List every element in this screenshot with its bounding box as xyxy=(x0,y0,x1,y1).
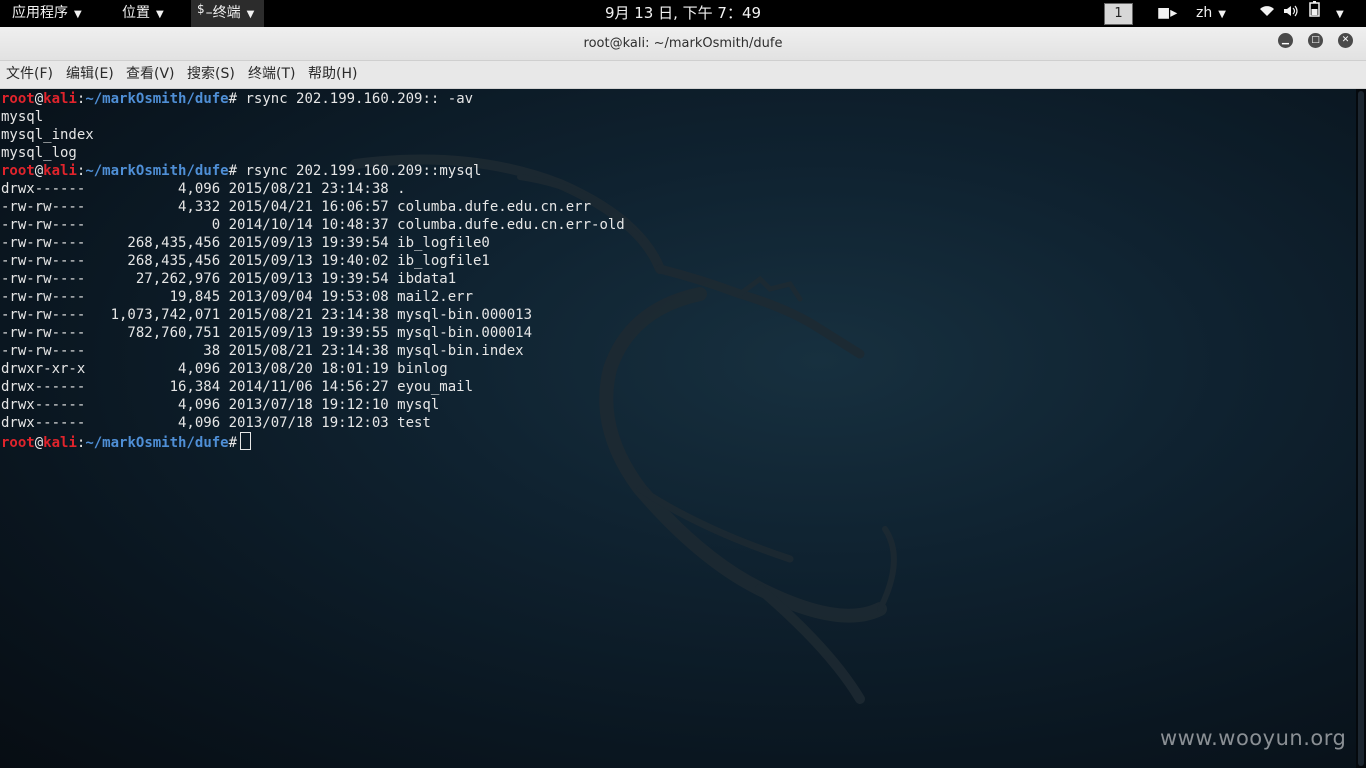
volume-icon xyxy=(1282,0,1300,27)
menu-terminal[interactable]: 终端(T) xyxy=(248,61,295,88)
prompt-symbol: # xyxy=(228,435,238,451)
output-line: -rw-rw---- 4,332 2015/04/21 16:06:57 col… xyxy=(1,198,625,216)
output-text: drwxr-xr-x 4,096 2013/08/20 18:01:19 bin… xyxy=(1,361,448,377)
input-language-label: zh xyxy=(1196,5,1213,21)
output-text: drwx------ 16,384 2014/11/06 14:56:27 ey… xyxy=(1,379,474,395)
menu-view[interactable]: 查看(V) xyxy=(126,61,175,88)
text-cursor xyxy=(240,432,252,450)
prompt-at: @ xyxy=(34,163,44,179)
clock[interactable]: 9月 13 日, 下午 7：49 xyxy=(605,4,761,22)
output-text: mysql xyxy=(1,109,44,125)
prompt-at: @ xyxy=(34,435,44,451)
minimize-icon: ▁ xyxy=(1282,35,1289,45)
input-language-menu[interactable]: zh ▼ xyxy=(1196,0,1226,27)
output-text: mysql_log xyxy=(1,145,77,161)
output-text: mysql_index xyxy=(1,127,94,143)
output-line: -rw-rw---- 782,760,751 2015/09/13 19:39:… xyxy=(1,324,625,342)
prompt-user: root xyxy=(1,435,35,451)
prompt-user: root xyxy=(1,91,35,107)
chevron-down-icon: ▼ xyxy=(156,9,164,20)
chevron-down-icon: ▼ xyxy=(1336,9,1344,20)
command-text: rsync 202.199.160.209:: -av xyxy=(237,91,474,107)
menu-edit[interactable]: 编辑(E) xyxy=(66,61,114,88)
maximize-button[interactable]: □ xyxy=(1308,33,1323,48)
prompt-user: root xyxy=(1,163,35,179)
output-text: -rw-rw---- 268,435,456 2015/09/13 19:39:… xyxy=(1,235,490,251)
command-text: rsync 202.199.160.209::mysql xyxy=(237,163,482,179)
places-menu[interactable]: 位置 ▼ xyxy=(122,0,164,27)
prompt-host: kali xyxy=(43,91,77,107)
output-text: -rw-rw---- 19,845 2013/09/04 19:53:08 ma… xyxy=(1,289,474,305)
applications-menu[interactable]: 应用程序 ▼ xyxy=(12,0,82,27)
close-button[interactable]: ✕ xyxy=(1338,33,1353,48)
output-text: drwx------ 4,096 2013/07/18 19:12:10 mys… xyxy=(1,397,440,413)
output-line: -rw-rw---- 27,262,976 2015/09/13 19:39:5… xyxy=(1,270,625,288)
chevron-down-icon: ▼ xyxy=(1218,9,1226,20)
output-text: -rw-rw---- 38 2015/08/21 23:14:38 mysql-… xyxy=(1,343,524,359)
output-line: -rw-rw---- 0 2014/10/14 10:48:37 columba… xyxy=(1,216,625,234)
menu-file[interactable]: 文件(F) xyxy=(6,61,53,88)
chevron-down-icon: ▼ xyxy=(74,9,82,20)
output-text: drwx------ 4,096 2013/07/18 19:12:03 tes… xyxy=(1,415,431,431)
terminal-app-menu-label: 终端 xyxy=(212,5,241,21)
applications-menu-label: 应用程序 xyxy=(12,5,68,21)
prompt-path: ~/markOsmith/dufe xyxy=(85,163,229,179)
terminal-menubar: 文件(F) 编辑(E) 查看(V) 搜索(S) 终端(T) 帮助(H) xyxy=(0,61,1366,89)
prompt-host: kali xyxy=(43,435,77,451)
prompt-path: ~/markOsmith/dufe xyxy=(85,435,229,451)
output-text: -rw-rw---- 4,332 2015/04/21 16:06:57 col… xyxy=(1,199,592,215)
watermark: www.wooyun.org xyxy=(1160,726,1347,750)
output-line: -rw-rw---- 1,073,742,071 2015/08/21 23:1… xyxy=(1,306,625,324)
terminal-viewport[interactable]: root@kali:~/markOsmith/dufe# rsync 202.1… xyxy=(0,89,1366,768)
scrollbar[interactable] xyxy=(1356,89,1366,768)
output-line: -rw-rw---- 268,435,456 2015/09/13 19:39:… xyxy=(1,234,625,252)
output-text: drwx------ 4,096 2015/08/21 23:14:38 . xyxy=(1,181,406,197)
output-line: mysql xyxy=(1,108,625,126)
prompt-line: root@kali:~/markOsmith/dufe# rsync 202.1… xyxy=(1,90,625,108)
battery-icon xyxy=(1306,0,1324,27)
output-line: drwx------ 4,096 2013/07/18 19:12:03 tes… xyxy=(1,414,625,432)
minimize-button[interactable]: ▁ xyxy=(1278,33,1293,48)
prompt-host: kali xyxy=(43,163,77,179)
scrollbar-thumb[interactable] xyxy=(1358,91,1364,766)
output-line: drwx------ 16,384 2014/11/06 14:56:27 ey… xyxy=(1,378,625,396)
window-title: root@kali: ~/markOsmith/dufe xyxy=(583,36,783,51)
wifi-icon xyxy=(1258,0,1276,27)
video-camera-icon[interactable]: ■▸ xyxy=(1157,0,1177,27)
prompt-symbol: # xyxy=(228,91,238,107)
workspace-indicator[interactable]: 1 xyxy=(1104,3,1133,25)
output-line: mysql_log xyxy=(1,144,625,162)
system-status-menu[interactable]: ▼ xyxy=(1258,0,1344,27)
menu-search[interactable]: 搜索(S) xyxy=(187,61,235,88)
output-text: -rw-rw---- 1,073,742,071 2015/08/21 23:1… xyxy=(1,307,533,323)
terminal-app-menu[interactable]: $–终端 ▼ xyxy=(191,0,265,27)
maximize-icon: □ xyxy=(1311,35,1320,45)
prompt-path: ~/markOsmith/dufe xyxy=(85,91,229,107)
output-line: -rw-rw---- 38 2015/08/21 23:14:38 mysql-… xyxy=(1,342,625,360)
chevron-down-icon: ▼ xyxy=(246,9,255,20)
places-menu-label: 位置 xyxy=(122,5,150,21)
output-line: drwx------ 4,096 2015/08/21 23:14:38 . xyxy=(1,180,625,198)
dash-glyph: – xyxy=(205,5,213,21)
prompt-at: @ xyxy=(34,91,44,107)
output-text: -rw-rw---- 0 2014/10/14 10:48:37 columba… xyxy=(1,217,625,233)
prompt-symbol: # xyxy=(228,163,238,179)
output-text: -rw-rw---- 782,760,751 2015/09/13 19:39:… xyxy=(1,325,533,341)
prompt-line: root@kali:~/markOsmith/dufe# xyxy=(1,432,625,452)
menu-help[interactable]: 帮助(H) xyxy=(308,61,357,88)
prompt-line: root@kali:~/markOsmith/dufe# rsync 202.1… xyxy=(1,162,625,180)
terminal-app-icon: $ xyxy=(197,2,205,16)
close-icon: ✕ xyxy=(1341,35,1350,45)
output-line: mysql_index xyxy=(1,126,625,144)
output-text: -rw-rw---- 268,435,456 2015/09/13 19:40:… xyxy=(1,253,490,269)
window-titlebar[interactable]: root@kali: ~/markOsmith/dufe ▁ □ ✕ xyxy=(0,27,1366,61)
output-line: drwx------ 4,096 2013/07/18 19:12:10 mys… xyxy=(1,396,625,414)
output-text: -rw-rw---- 27,262,976 2015/09/13 19:39:5… xyxy=(1,271,457,287)
output-line: drwxr-xr-x 4,096 2013/08/20 18:01:19 bin… xyxy=(1,360,625,378)
output-line: -rw-rw---- 268,435,456 2015/09/13 19:40:… xyxy=(1,252,625,270)
output-line: -rw-rw---- 19,845 2013/09/04 19:53:08 ma… xyxy=(1,288,625,306)
terminal-output: root@kali:~/markOsmith/dufe# rsync 202.1… xyxy=(1,90,625,452)
top-panel: 应用程序 ▼ 位置 ▼ $–终端 ▼ 9月 13 日, 下午 7：49 1 ■▸ zh… xyxy=(0,0,1366,27)
